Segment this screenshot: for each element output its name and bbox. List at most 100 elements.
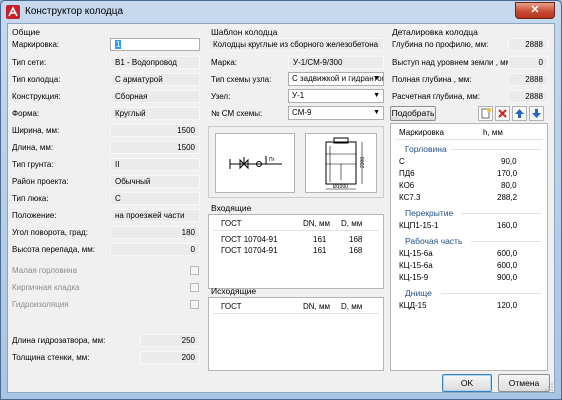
- wall-thickness-field[interactable]: 200: [140, 351, 200, 364]
- delete-item-button[interactable]: [495, 106, 510, 121]
- project-area-label: Район проекта:: [12, 177, 69, 186]
- incoming-col-d: D, мм: [341, 219, 363, 228]
- marking-input[interactable]: 1: [110, 38, 200, 51]
- soil-type-field[interactable]: II: [110, 158, 200, 171]
- width-label: Ширина, мм:: [12, 126, 60, 135]
- outgoing-header-divider: [213, 313, 379, 314]
- element-mark: КЦ-15-6а: [399, 249, 433, 258]
- width-dimension: Ø1000: [333, 184, 348, 190]
- section-header-slab[interactable]: Перекрытие: [405, 208, 453, 218]
- element-h: 600,0: [497, 249, 518, 258]
- section-header-working-part[interactable]: Рабочая часть: [405, 236, 462, 246]
- dialog-window: Конструктор колодца ✕ Общие Маркировка: …: [0, 0, 562, 400]
- incoming-header-divider: [213, 230, 379, 231]
- marking-value: 1: [115, 40, 122, 49]
- cancel-button[interactable]: Отмена: [498, 374, 550, 392]
- incoming-d-cell: 168: [349, 246, 363, 255]
- rotation-angle-field[interactable]: 180: [110, 226, 200, 239]
- cm-scheme-dropdown[interactable]: СМ-9 ▼: [288, 106, 384, 120]
- node-value: У-1: [292, 91, 305, 100]
- ok-button[interactable]: OK: [442, 374, 492, 392]
- chevron-down-icon: ▼: [373, 92, 380, 99]
- cm-scheme-value: СМ-9: [292, 108, 312, 117]
- section-header-bottom[interactable]: Днище: [405, 288, 432, 298]
- section-divider: [451, 149, 541, 150]
- well-type-label: Тип колодца:: [12, 75, 61, 84]
- network-type-label: Тип сети:: [12, 58, 47, 67]
- small-neck-label: Малая горловина: [12, 266, 78, 275]
- soil-type-label: Тип грунта:: [12, 160, 54, 169]
- hatch-type-label: Тип люка:: [12, 194, 49, 203]
- wall-thickness-label: Толщина стенки, мм:: [12, 353, 90, 362]
- drop-height-label: Высота перепада, мм:: [12, 245, 95, 254]
- node-dropdown[interactable]: У-1 ▼: [288, 89, 384, 103]
- length-field[interactable]: 1500: [110, 141, 200, 154]
- node-scheme-type-value: С задвижкой и гидрантом: [292, 74, 384, 83]
- element-mark: КЦ-15-6а: [399, 261, 433, 270]
- position-field[interactable]: на проезжей части: [110, 209, 200, 222]
- incoming-table[interactable]: ГОСТ DN, мм D, мм ГОСТ 10704-91 161 168 …: [208, 214, 384, 289]
- height-dimension: 2300: [360, 157, 366, 168]
- profile-depth-label: Глубина по профилю, мм:: [392, 40, 489, 49]
- section-divider: [461, 213, 541, 214]
- profile-depth-field[interactable]: 2888: [508, 38, 548, 51]
- seal-length-field[interactable]: 250: [140, 334, 200, 347]
- node-scheme-preview: Пг: [215, 133, 295, 193]
- detail-group-title: Деталировка колодца: [392, 27, 478, 37]
- arrow-down-icon: [532, 109, 541, 118]
- resize-grip-icon[interactable]: [545, 383, 553, 391]
- chevron-down-icon: ▼: [373, 109, 380, 116]
- project-area-field[interactable]: Обычный: [110, 175, 200, 188]
- elements-col-marking: Маркировка: [399, 128, 444, 137]
- incoming-title: Входящие: [211, 203, 252, 213]
- move-up-button[interactable]: [512, 106, 527, 121]
- waterproofing-label: Гидроизоляция: [12, 300, 69, 309]
- brick-masonry-checkbox[interactable]: [190, 283, 199, 292]
- section-header-neck[interactable]: Горловина: [405, 144, 447, 154]
- element-h: 900,0: [497, 273, 518, 282]
- template-name-field[interactable]: Колодцы круглые из сборного железобетона: [208, 38, 384, 51]
- outgoing-col-d: D, мм: [341, 302, 363, 311]
- new-document-icon: [481, 108, 491, 119]
- construction-field[interactable]: Сборная: [110, 90, 200, 103]
- full-depth-field[interactable]: 2888: [508, 73, 548, 86]
- drop-height-field[interactable]: 0: [110, 243, 200, 256]
- ground-offset-field[interactable]: 0: [508, 56, 548, 69]
- full-depth-label: Полная глубина , мм:: [392, 75, 472, 84]
- hydrant-label: Пг: [269, 157, 275, 163]
- title-bar[interactable]: Конструктор колодца ✕: [1, 1, 561, 23]
- element-h: 288,2: [497, 193, 518, 202]
- hatch-type-field[interactable]: С: [110, 192, 200, 205]
- rotation-angle-label: Угол поворота, град:: [12, 228, 88, 237]
- well-type-field[interactable]: С арматурой: [110, 73, 200, 86]
- calc-depth-label: Расчетная глубина, мм:: [392, 92, 480, 101]
- outgoing-table[interactable]: ГОСТ DN, мм D, мм: [208, 297, 384, 371]
- shape-field[interactable]: Круглый: [110, 107, 200, 120]
- calc-depth-field[interactable]: 2888: [508, 90, 548, 103]
- new-item-button[interactable]: [478, 106, 493, 121]
- autocad-app-icon: [6, 5, 20, 19]
- general-group-title: Общие: [12, 27, 40, 37]
- ground-offset-label: Выступ над уровнем земли , мм:: [392, 58, 514, 67]
- select-button[interactable]: Подобрать: [390, 106, 436, 121]
- width-field[interactable]: 1500: [110, 124, 200, 137]
- marka-field[interactable]: У-1/СМ-9/300: [288, 56, 384, 69]
- elements-list[interactable]: Маркировка h, мм Горловина С 90,0 ПД6 170,…: [390, 123, 548, 371]
- small-neck-checkbox[interactable]: [190, 266, 199, 275]
- close-button[interactable]: ✕: [515, 2, 555, 19]
- outgoing-col-dn: DN, мм: [303, 302, 330, 311]
- network-type-field[interactable]: B1 - Водопровод: [110, 56, 200, 69]
- element-h: 170,0: [497, 169, 518, 178]
- section-divider: [471, 241, 541, 242]
- element-mark: ПД6: [399, 169, 415, 178]
- marking-label: Маркировка:: [12, 40, 60, 49]
- waterproofing-checkbox[interactable]: [190, 300, 199, 309]
- element-h: 160,0: [497, 221, 518, 230]
- element-h: 120,0: [497, 301, 518, 310]
- marka-label: Марка:: [211, 58, 237, 67]
- seal-length-label: Длина гидрозатвора, мм:: [12, 336, 106, 345]
- element-mark: КЦ-15-9: [399, 273, 429, 282]
- node-scheme-type-dropdown[interactable]: С задвижкой и гидрантом ▼: [288, 72, 384, 86]
- template-group-title: Шаблон колодца: [211, 27, 278, 37]
- move-down-button[interactable]: [529, 106, 544, 121]
